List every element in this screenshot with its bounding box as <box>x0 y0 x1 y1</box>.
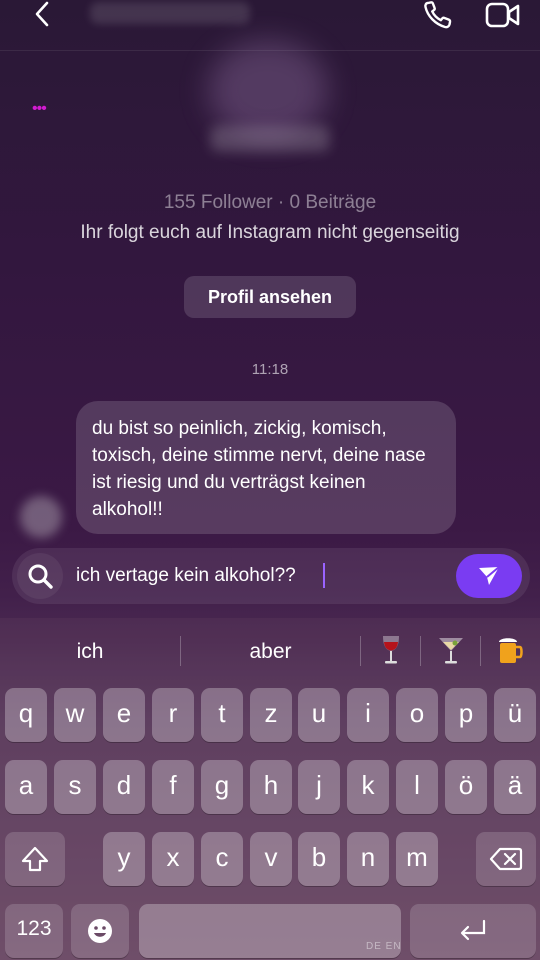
suggestion-divider <box>420 636 421 666</box>
key-k[interactable]: k <box>347 760 389 814</box>
text-caret <box>323 563 325 588</box>
key-q[interactable]: q <box>5 688 47 742</box>
key-s[interactable]: s <box>54 760 96 814</box>
key-z[interactable]: z <box>250 688 292 742</box>
key-r[interactable]: r <box>152 688 194 742</box>
send-icon <box>479 566 500 585</box>
sender-avatar[interactable] <box>20 496 62 538</box>
emoji-key[interactable] <box>71 904 129 958</box>
send-button[interactable] <box>456 554 522 598</box>
chevron-left-icon[interactable] <box>28 0 58 32</box>
key-f[interactable]: f <box>152 760 194 814</box>
key-j[interactable]: j <box>298 760 340 814</box>
suggestion-2[interactable]: aber <box>181 637 360 667</box>
smiley-icon <box>88 919 112 943</box>
shift-icon <box>21 846 49 872</box>
key-e[interactable]: e <box>103 688 145 742</box>
key-o[interactable]: o <box>396 688 438 742</box>
search-icon[interactable] <box>27 563 53 589</box>
return-icon <box>460 919 486 941</box>
cocktail-glass-emoji[interactable] <box>436 634 466 666</box>
incoming-message-bubble[interactable]: du bist so peinlich, zickig, komisch, to… <box>76 401 456 534</box>
key-a[interactable]: a <box>5 760 47 814</box>
key-d[interactable]: d <box>103 760 145 814</box>
key-v[interactable]: v <box>250 832 292 886</box>
key-m[interactable]: m <box>396 832 438 886</box>
key-g[interactable]: g <box>201 760 243 814</box>
return-key[interactable] <box>410 904 536 958</box>
backspace-icon <box>489 847 523 871</box>
numbers-key[interactable]: 123 <box>5 904 63 958</box>
key-x[interactable]: x <box>152 832 194 886</box>
key-c[interactable]: c <box>201 832 243 886</box>
activity-dots: ••• <box>32 100 47 117</box>
message-input[interactable] <box>76 562 436 590</box>
contact-name-blurred[interactable] <box>90 2 250 24</box>
phone-icon[interactable] <box>422 0 456 32</box>
profile-avatar-blurred <box>208 40 328 140</box>
key-w[interactable]: w <box>54 688 96 742</box>
key-n[interactable]: n <box>347 832 389 886</box>
key-y[interactable]: y <box>103 832 145 886</box>
message-timestamp: 11:18 <box>251 361 289 378</box>
wine-glass-emoji[interactable] <box>376 634 406 666</box>
backspace-key[interactable] <box>476 832 536 886</box>
key-b[interactable]: b <box>298 832 340 886</box>
key-l[interactable]: l <box>396 760 438 814</box>
key-h[interactable]: h <box>250 760 292 814</box>
space-key[interactable] <box>139 904 401 958</box>
profile-stats: 155 Follower · 0 Beiträge <box>163 192 377 213</box>
key-t[interactable]: t <box>201 688 243 742</box>
suggestion-1[interactable]: ich <box>0 637 180 667</box>
keyboard-languages: DE EN <box>366 941 402 952</box>
key-u[interactable]: u <box>298 688 340 742</box>
suggestion-divider <box>360 636 361 666</box>
key-u-umlaut[interactable]: ü <box>494 688 536 742</box>
suggestion-divider <box>480 636 481 666</box>
key-p[interactable]: p <box>445 688 487 742</box>
key-o-umlaut[interactable]: ö <box>445 760 487 814</box>
profile-name-blurred <box>210 126 330 152</box>
key-a-umlaut[interactable]: ä <box>494 760 536 814</box>
shift-key[interactable] <box>5 832 65 886</box>
view-profile-button[interactable]: Profil ansehen <box>184 276 356 318</box>
video-camera-icon[interactable] <box>484 0 522 32</box>
beer-mug-emoji[interactable] <box>496 634 526 666</box>
follow-status-note: Ihr folgt euch auf Instagram nicht gegen… <box>80 222 460 243</box>
key-i[interactable]: i <box>347 688 389 742</box>
